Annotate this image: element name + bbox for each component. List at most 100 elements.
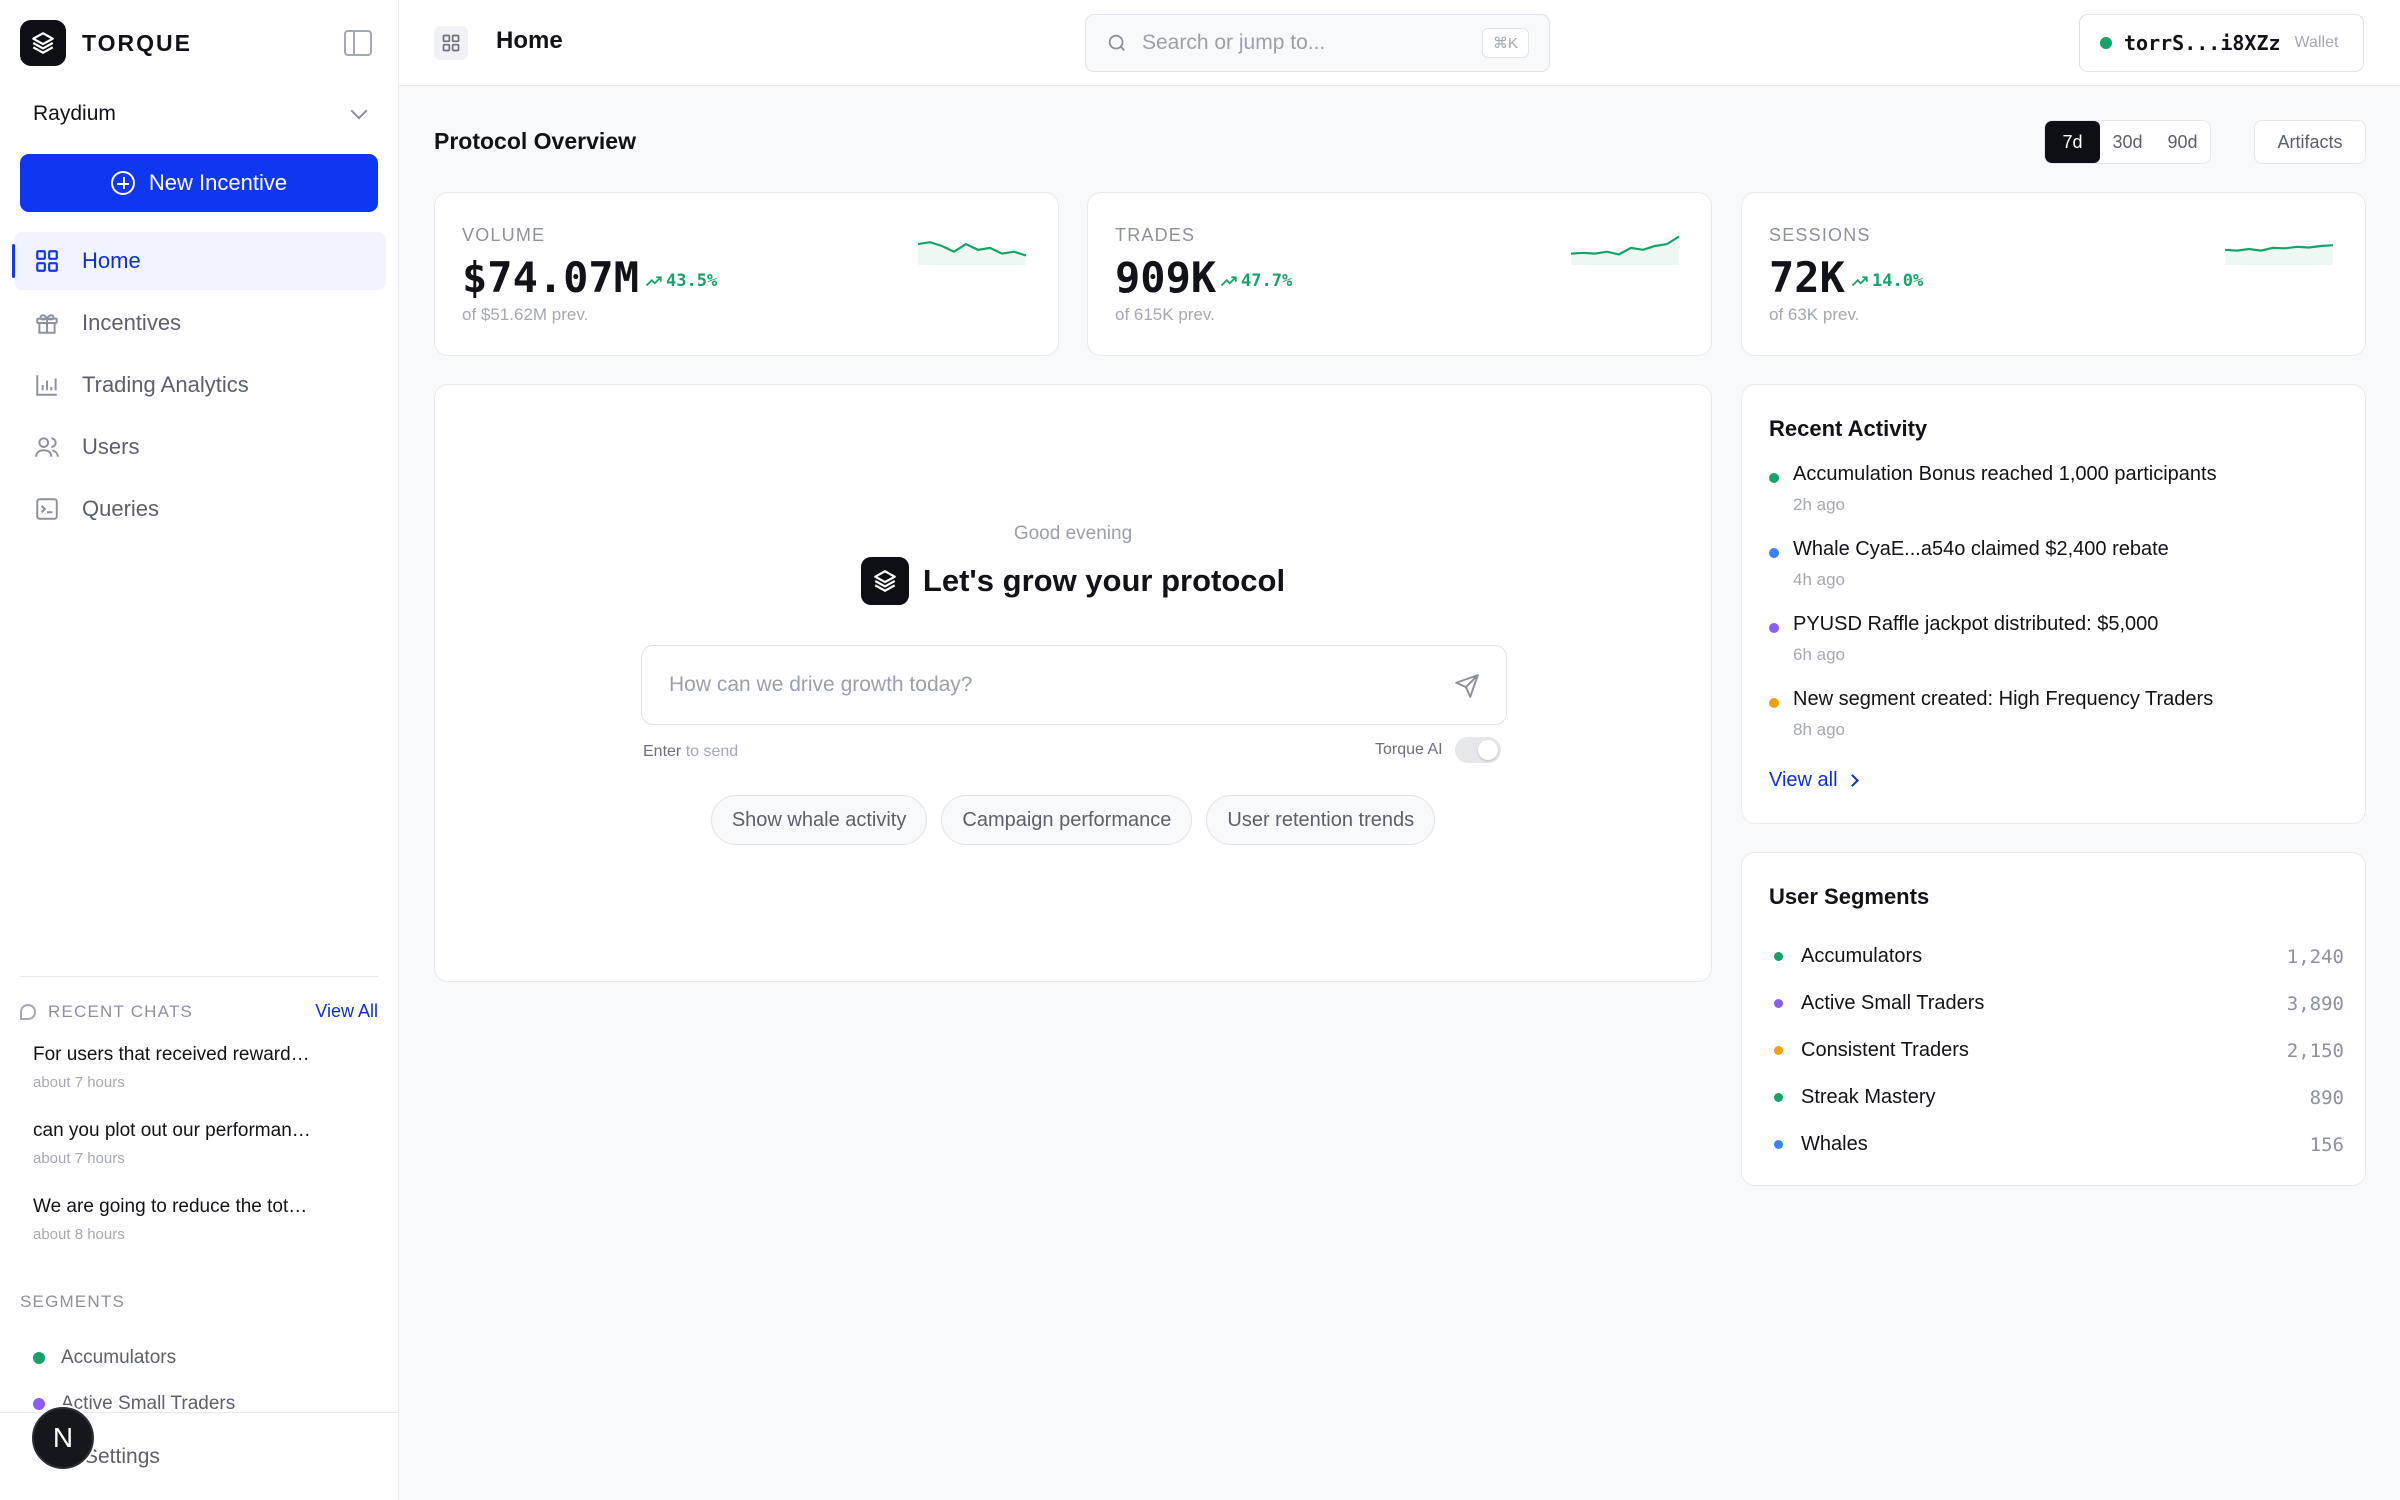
activity-dot [1769,548,1779,558]
metric-card-trades[interactable]: TRADES 909K 47.7% of 615K prev. [1087,192,1712,356]
segment-color-dot [1774,1046,1783,1055]
nav-label: Queries [82,496,160,521]
metric-prev: of 63K prev. [1769,305,1860,324]
time-range-toggle: 7d 30d 90d [2044,120,2211,164]
activity-text: New segment created: High Frequency Trad… [1793,688,2214,710]
search-shortcut-badge: ⌘K [1481,28,1529,58]
nav-label: Incentives [82,310,182,335]
metric-value: 909K [1115,253,1217,302]
activity-time: 2h ago [1793,495,1845,514]
suggestion-chip[interactable]: Campaign performance [941,795,1193,845]
ai-prompt-input[interactable] [669,673,1429,697]
metric-card-volume[interactable]: VOLUME $74.07M 43.5% of $51.62M prev. [434,192,1059,356]
segment-color-dot [1774,1140,1783,1149]
recent-activity-panel: Recent Activity Accumulation Bonus reach… [1741,384,2366,824]
metric-value: $74.07M [462,253,640,302]
segment-count: 156 [2309,1133,2344,1156]
nav-item-trading-analytics[interactable]: Trading Analytics [14,356,386,414]
chat-time: about 8 hours [33,1226,125,1243]
send-icon[interactable] [1454,673,1480,699]
sparkline-trades [1571,235,1679,265]
segment-row[interactable]: Streak Mastery 890 [1774,1074,2344,1121]
search-icon [1108,34,1125,51]
range-90d-button[interactable]: 90d [2155,121,2210,163]
segment-row[interactable]: Active Small Traders 3,890 [1774,980,2344,1027]
chat-bubble-icon [20,1003,36,1020]
activity-dot [1769,623,1779,633]
page-title: Home [496,27,563,54]
user-segments-panel: User Segments Accumulators 1,240 Active … [1741,852,2366,1186]
wallet-label: Wallet [2294,34,2339,51]
recent-activity-title: Recent Activity [1769,416,1928,441]
search-input[interactable] [1142,31,1472,55]
nav-item-users[interactable]: Users [14,418,386,476]
nav-label: Users [82,434,140,459]
artifacts-button[interactable]: Artifacts [2254,120,2366,164]
segment-row[interactable]: Consistent Traders 2,150 [1774,1027,2344,1074]
wallet-status-dot [2100,37,2112,49]
workspace-selector[interactable]: Raydium [20,94,378,134]
activity-item[interactable]: Whale CyaE...a54o claimed $2,400 rebate … [1769,538,2359,613]
wallet-address: torrS...i8XZz [2124,31,2281,55]
chat-item[interactable]: can you plot out our performan… about 7 … [33,1120,363,1196]
segment-count: 1,240 [2286,945,2344,968]
torque-logo-icon [20,20,66,66]
segment-color-dot [1774,999,1783,1008]
metric-change: 14.0% [1851,271,1923,291]
sidebar-collapse-icon[interactable] [344,30,372,56]
activity-item[interactable]: PYUSD Raffle jackpot distributed: $5,000… [1769,613,2359,688]
ai-assistant-panel: Good evening Let's grow your protocol En… [434,384,1712,982]
chat-text: We are going to reduce the tot… [33,1196,308,1217]
grid-icon [34,248,60,274]
activity-item[interactable]: Accumulation Bonus reached 1,000 partici… [1769,463,2359,538]
main-nav: Home Incentives Trading Analytics Users … [12,232,386,542]
torque-logo-icon [860,557,909,605]
suggestion-chip[interactable]: Show whale activity [710,795,928,845]
metric-prev: of $51.62M prev. [462,305,589,324]
range-30d-button[interactable]: 30d [2100,121,2155,163]
segments-list: Accumulators 1,240 Active Small Traders … [1774,933,2344,1168]
activity-time: 8h ago [1793,720,1845,739]
recent-chats-view-all-link[interactable]: View All [315,1001,378,1022]
metric-card-sessions[interactable]: SESSIONS 72K 14.0% of 63K prev. [1741,192,2366,356]
segment-color-dot [33,1398,45,1410]
range-7d-button[interactable]: 7d [2045,121,2100,163]
chat-time: about 7 hours [33,1150,125,1167]
segment-name: Accumulators [61,1347,177,1368]
segment-name: Active Small Traders [1801,992,1985,1014]
wallet-button[interactable]: torrS...i8XZz Wallet [2079,14,2364,72]
segment-name: Whales [1801,1133,1868,1155]
sidebar-segment-item[interactable]: Accumulators [33,1335,235,1381]
global-search[interactable]: ⌘K [1085,14,1550,72]
users-icon [34,434,60,460]
top-bar: Home ⌘K torrS...i8XZz Wallet [399,0,2400,86]
metric-change: 47.7% [1220,271,1292,291]
nav-label: Trading Analytics [82,372,249,397]
nav-item-incentives[interactable]: Incentives [14,294,386,352]
nav-item-home[interactable]: Home [12,232,386,290]
user-avatar[interactable]: N [32,1407,94,1469]
segment-color-dot [33,1352,45,1364]
sparkline-sessions [2225,244,2333,265]
chat-item[interactable]: For users that received reward… about 7 … [33,1044,363,1120]
new-incentive-button[interactable]: New Incentive [20,154,378,212]
segment-count: 2,150 [2286,1039,2344,1062]
metric-value: 72K [1769,253,1845,302]
metric-label: SESSIONS [1769,225,1871,245]
torque-ai-toggle[interactable] [1454,737,1501,763]
activity-text: Whale CyaE...a54o claimed $2,400 rebate [1793,538,2169,560]
segment-row[interactable]: Whales 156 [1774,1121,2344,1168]
brand[interactable]: TORQUE [20,20,192,66]
suggestion-chip[interactable]: User retention trends [1206,795,1436,845]
activity-item[interactable]: New segment created: High Frequency Trad… [1769,688,2359,763]
nav-item-queries[interactable]: Queries [14,480,386,538]
metric-change: 43.5% [645,271,717,291]
terminal-icon [34,496,60,522]
trend-up-icon [645,276,662,287]
segment-row[interactable]: Accumulators 1,240 [1774,933,2344,980]
workspace-name: Raydium [33,102,116,125]
activity-view-all-link[interactable]: View all [1769,769,1859,792]
chat-item[interactable]: We are going to reduce the tot… about 8 … [33,1196,363,1272]
ai-prompt-box[interactable] [641,645,1507,725]
activity-text: PYUSD Raffle jackpot distributed: $5,000 [1793,613,2159,635]
